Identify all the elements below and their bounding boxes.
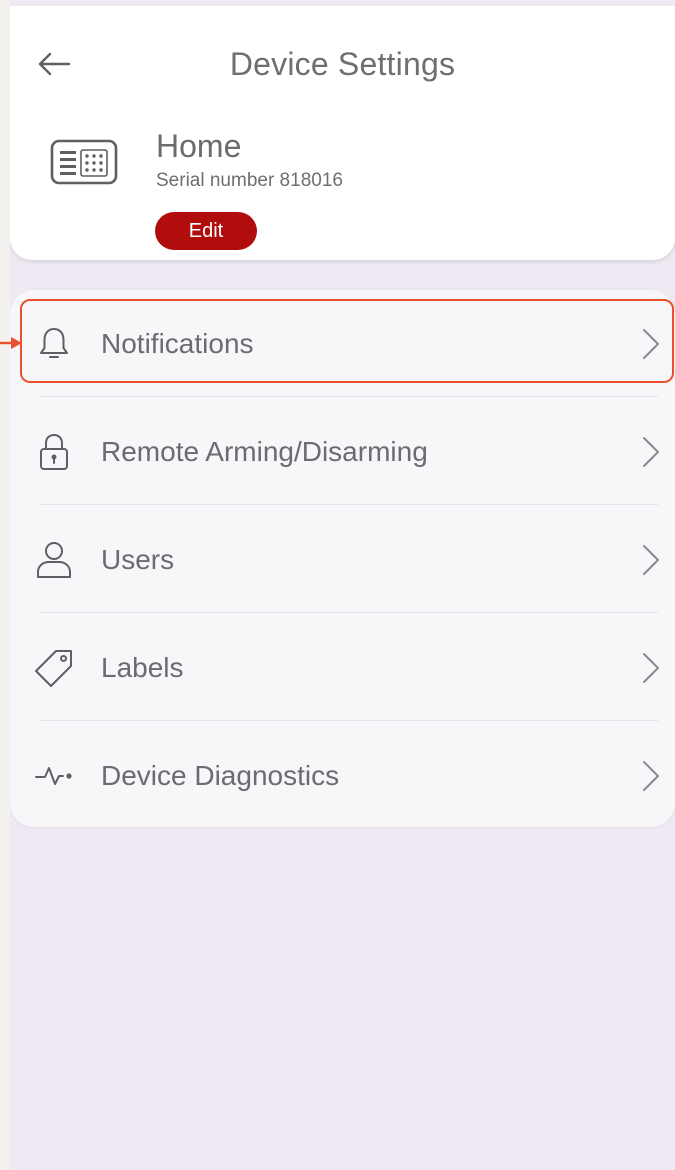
settings-menu: Notifications Remote Arming/Disarming Us…	[10, 290, 675, 827]
chevron-right-icon	[643, 437, 659, 467]
device-header-card: Device Settings Home Serial number 81801…	[10, 6, 675, 260]
bell-icon	[32, 322, 76, 366]
menu-item-label: Remote Arming/Disarming	[101, 436, 428, 467]
pulse-icon	[32, 754, 76, 798]
menu-item-label: Users	[101, 544, 175, 575]
menu-divider	[40, 396, 658, 397]
app-screen: Device Settings Home Serial number 81801…	[10, 0, 675, 1170]
chevron-right-icon	[643, 329, 659, 359]
serial-number: Serial number 818016	[156, 170, 343, 191]
keypad-icon	[50, 139, 118, 185]
menu-item-remote-arming[interactable]: Remote Arming/Disarming	[10, 398, 675, 506]
chevron-right-icon	[643, 761, 659, 791]
menu-item-label: Device Diagnostics	[101, 760, 340, 791]
page-title: Device Settings	[229, 46, 456, 82]
chevron-right-icon	[643, 545, 659, 575]
tag-icon	[32, 646, 76, 690]
menu-divider	[40, 504, 658, 505]
menu-item-labels[interactable]: Labels	[10, 614, 675, 722]
menu-item-notifications[interactable]: Notifications	[10, 290, 675, 398]
menu-item-label: Notifications	[101, 328, 254, 359]
menu-item-label: Labels	[101, 652, 184, 683]
menu-divider	[40, 612, 658, 613]
menu-item-users[interactable]: Users	[10, 506, 675, 614]
menu-divider	[40, 720, 658, 721]
user-icon	[32, 538, 76, 582]
device-name: Home	[156, 128, 242, 164]
chevron-right-icon	[643, 653, 659, 683]
edit-button[interactable]: Edit	[155, 212, 257, 250]
menu-item-device-diagnostics[interactable]: Device Diagnostics	[10, 722, 675, 830]
lock-icon	[32, 430, 76, 474]
